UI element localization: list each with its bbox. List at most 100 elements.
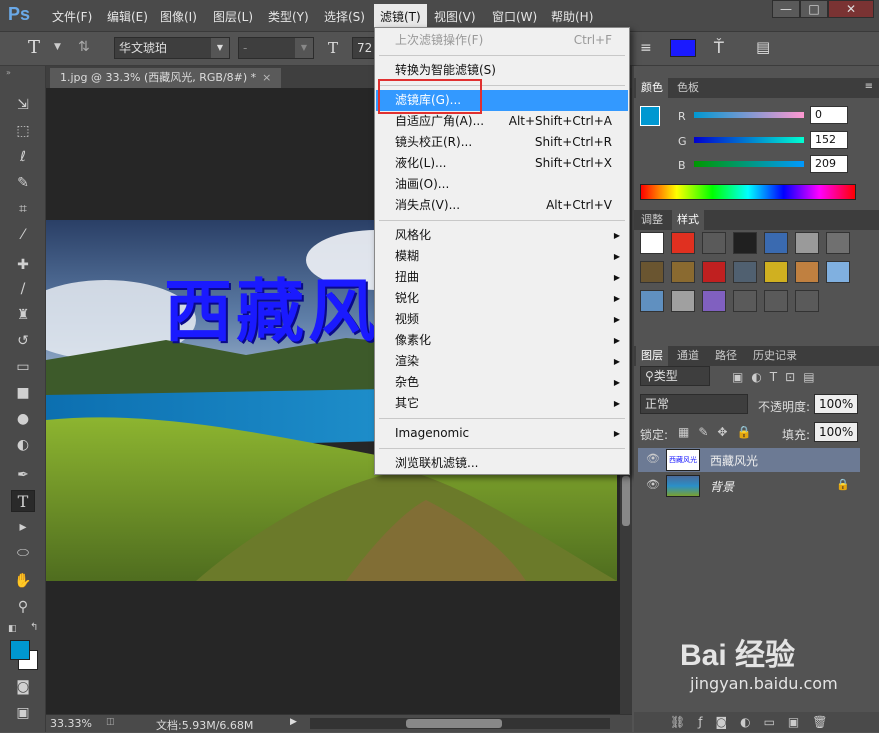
chevron-down-icon[interactable]: ▼ — [54, 42, 61, 52]
style-swatch[interactable] — [795, 232, 819, 254]
tab-channels[interactable]: 通道 — [672, 346, 704, 366]
layer-filter-icons[interactable]: ▣◐T⊡▤ — [732, 370, 823, 384]
layer-name[interactable]: 西藏风光 — [710, 452, 758, 469]
type-tool-icon[interactable]: T — [11, 490, 35, 512]
menu-item-adaptive-wide-angle[interactable]: 自适应广角(A)... Alt+Shift+Ctrl+A — [376, 111, 628, 132]
layer-actions-bar[interactable]: ⛓ƒ◙◐▭▣🗑 — [634, 712, 879, 732]
hand-tool-icon[interactable]: ✋ — [11, 570, 35, 592]
menu-item-filter-category[interactable]: 模糊 ▶ — [376, 246, 628, 267]
visibility-eye-icon[interactable]: 👁 — [646, 452, 660, 465]
marquee-tool-icon[interactable]: ⬚ — [11, 120, 35, 142]
status-menu-arrow-icon[interactable]: ▶ — [290, 717, 297, 727]
panel-menu-icon[interactable]: ≡ — [865, 81, 873, 92]
minimize-button[interactable]: — — [772, 0, 800, 18]
color-spectrum-bar[interactable] — [640, 184, 856, 200]
channel-g-slider[interactable] — [694, 137, 804, 143]
close-button[interactable]: ✕ — [828, 0, 874, 18]
style-swatch[interactable] — [764, 232, 788, 254]
quick-selection-tool-icon[interactable]: ✎ — [11, 172, 35, 194]
menu-select[interactable]: 选择(S) — [324, 8, 365, 25]
menu-item-browse-online[interactable]: 浏览联机滤镜... — [376, 453, 628, 474]
menu-help[interactable]: 帮助(H) — [551, 8, 593, 25]
menu-item-vanishing-point[interactable]: 消失点(V)... Alt+Ctrl+V — [376, 195, 628, 216]
crop-tool-icon[interactable]: ⌗ — [11, 198, 35, 220]
menu-edit[interactable]: 编辑(E) — [107, 8, 148, 25]
text-tool-preset-icon[interactable]: T — [28, 37, 40, 58]
move-tool-icon[interactable]: ⇲ — [11, 94, 35, 116]
text-color-swatch[interactable] — [670, 39, 696, 57]
tab-layers[interactable]: 图层 — [636, 346, 668, 366]
style-swatch[interactable] — [733, 232, 757, 254]
style-swatch[interactable] — [640, 261, 664, 283]
style-swatch[interactable] — [826, 232, 850, 254]
menu-item-lens-correction[interactable]: 镜头校正(R)... Shift+Ctrl+R — [376, 132, 628, 153]
menu-item-filter-category[interactable]: 风格化 ▶ — [376, 225, 628, 246]
style-swatch[interactable] — [764, 261, 788, 283]
menu-item-last-filter[interactable]: 上次滤镜操作(F) Ctrl+F — [376, 30, 628, 51]
style-swatch[interactable] — [795, 261, 819, 283]
menu-filter[interactable]: 滤镜(T) — [374, 4, 427, 29]
channel-r-slider[interactable] — [694, 112, 804, 118]
blur-tool-icon[interactable]: ● — [11, 408, 35, 430]
horizontal-scrollbar[interactable] — [310, 718, 610, 729]
close-tab-icon[interactable]: × — [262, 71, 271, 84]
tab-swatches[interactable]: 色板 — [672, 78, 704, 98]
menu-view[interactable]: 视图(V) — [434, 8, 476, 25]
menu-item-filter-category[interactable]: 像素化 ▶ — [376, 330, 628, 351]
dodge-tool-icon[interactable]: ◐ — [11, 434, 35, 456]
style-swatch[interactable] — [671, 290, 695, 312]
style-swatch[interactable] — [640, 232, 664, 254]
lasso-tool-icon[interactable]: ℓ — [11, 146, 35, 168]
menu-type[interactable]: 类型(Y) — [268, 8, 309, 25]
menu-item-filter-category[interactable]: 锐化 ▶ — [376, 288, 628, 309]
menu-item-filter-category[interactable]: 渲染 ▶ — [376, 351, 628, 372]
menu-item-filter-category[interactable]: 其它 ▶ — [376, 393, 628, 414]
brush-tool-icon[interactable]: / — [11, 278, 35, 300]
style-swatch[interactable] — [640, 290, 664, 312]
healing-brush-tool-icon[interactable]: ✚ — [11, 254, 35, 276]
character-panel-icon[interactable]: ▤ — [756, 38, 770, 56]
menu-item-liquify[interactable]: 液化(L)... Shift+Ctrl+X — [376, 153, 628, 174]
path-selection-tool-icon[interactable]: ▸ — [11, 516, 35, 538]
style-swatch[interactable] — [795, 290, 819, 312]
foreground-color-swatch[interactable] — [640, 106, 660, 126]
fill-field[interactable]: 100% — [814, 422, 858, 442]
tab-adjustments[interactable]: 调整 — [636, 210, 668, 230]
document-tab[interactable]: 1.jpg @ 33.3% (西藏风光, RGB/8#) * × — [50, 68, 282, 88]
layer-row-background[interactable]: 👁 背景 🔒 — [638, 474, 860, 498]
font-family-select[interactable]: 华文琥珀 ▼ — [114, 37, 230, 59]
quick-mask-icon[interactable]: ◙ — [11, 676, 35, 698]
justify-icon[interactable]: ≡ — [640, 40, 652, 56]
style-swatch[interactable] — [764, 290, 788, 312]
eraser-tool-icon[interactable]: ▭ — [11, 356, 35, 378]
blend-mode-select[interactable]: 正常 — [640, 394, 748, 414]
menu-item-filter-category[interactable]: 扭曲 ▶ — [376, 267, 628, 288]
menu-layer[interactable]: 图层(L) — [213, 8, 253, 25]
pen-tool-icon[interactable]: ✒ — [11, 464, 35, 486]
style-swatch[interactable] — [702, 290, 726, 312]
opacity-field[interactable]: 100% — [814, 394, 858, 414]
channel-r-value[interactable]: 0 — [810, 106, 848, 124]
tab-history[interactable]: 历史记录 — [748, 346, 802, 366]
font-size-field[interactable]: 72 — [352, 37, 374, 59]
zoom-tool-icon[interactable]: ⚲ — [11, 596, 35, 618]
scroll-thumb[interactable] — [406, 719, 502, 728]
eyedropper-tool-icon[interactable]: ⁄ — [11, 224, 35, 246]
warp-text-icon[interactable]: Ť — [714, 38, 724, 57]
menu-file[interactable]: 文件(F) — [52, 8, 92, 25]
style-swatch[interactable] — [702, 232, 726, 254]
tab-color[interactable]: 颜色 — [636, 78, 668, 98]
default-colors-icon[interactable]: ◧ — [8, 624, 17, 634]
swap-colors-icon[interactable]: ↰ — [30, 622, 38, 633]
foreground-color-swatch[interactable] — [10, 640, 30, 660]
scroll-thumb[interactable] — [622, 476, 630, 526]
text-orientation-icon[interactable]: ⇅ — [78, 39, 90, 55]
ellipse-tool-icon[interactable]: ⬭ — [11, 542, 35, 564]
gradient-tool-icon[interactable]: ■ — [11, 382, 35, 404]
channel-b-slider[interactable] — [694, 161, 804, 167]
layer-name[interactable]: 背景 — [710, 478, 734, 495]
menu-item-oil-paint[interactable]: 油画(O)... — [376, 174, 628, 195]
tab-paths[interactable]: 路径 — [710, 346, 742, 366]
menu-window[interactable]: 窗口(W) — [492, 8, 537, 25]
visibility-eye-icon[interactable]: 👁 — [646, 478, 660, 491]
